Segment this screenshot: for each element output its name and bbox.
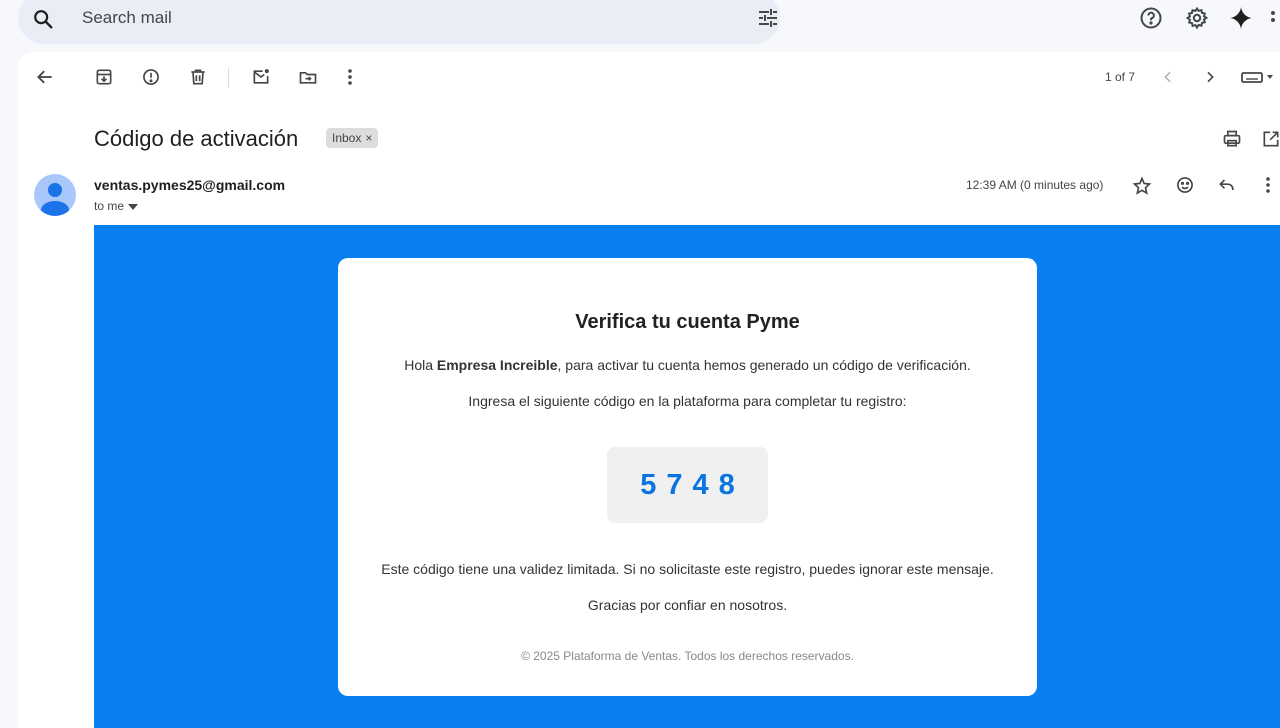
search-icon[interactable] [32,8,54,30]
search-bar[interactable]: Search mail [18,0,780,44]
message-more-icon[interactable] [1258,173,1278,197]
email-instruction: Ingresa el siguiente código en la plataf… [468,393,907,409]
print-icon[interactable] [1220,127,1244,151]
company-name: Empresa Increible [436,357,558,373]
older-chevron-right-icon[interactable] [1198,65,1222,89]
remove-label-button[interactable]: × [365,128,372,148]
settings-icon[interactable] [1184,5,1210,31]
emoji-reaction-icon[interactable] [1173,173,1197,197]
greeting-prefix: Hola [404,357,437,373]
search-options-icon[interactable] [756,6,780,30]
search-input[interactable]: Search mail [82,8,172,28]
move-to-icon[interactable] [296,65,320,89]
inbox-label-chip[interactable]: Inbox × [326,128,379,148]
email-card: Verifica tu cuenta Pyme Hola Empresa Inc… [338,258,1037,696]
back-arrow-icon[interactable] [33,65,57,89]
email-title: Verifica tu cuenta Pyme [575,311,800,333]
more-options-icon[interactable] [338,65,362,89]
verification-code: 5748 [607,447,768,523]
pager-count: 1 of 7 [1105,70,1136,84]
open-new-window-icon[interactable] [1259,127,1280,151]
message-subject: Código de activación [94,126,299,151]
recipient-label: to me [94,199,125,213]
star-icon[interactable] [1130,174,1154,198]
report-spam-icon[interactable] [139,65,163,89]
recipient-details[interactable]: to me [94,198,139,214]
email-thanks: Gracias por confiar en nosotros. [587,597,788,613]
delete-icon[interactable] [186,65,210,89]
help-icon[interactable] [1138,5,1164,31]
email-validity-note: Este código tiene una validez limitada. … [381,561,994,577]
email-footer: © 2025 Plataforma de Ventas. Todos los d… [521,649,854,663]
archive-icon[interactable] [92,65,116,89]
caret-down-icon[interactable] [128,198,139,214]
newer-chevron-left-icon[interactable] [1156,65,1180,89]
avatar [34,174,76,216]
message-timestamp: 12:39 AM (0 minutes ago) [966,178,1104,192]
mark-unread-icon[interactable] [249,65,273,89]
sender-email[interactable]: ventas.pymes25@gmail.com [94,176,285,194]
gemini-sparkle-icon[interactable] [1228,5,1254,31]
label-name: Inbox [332,131,362,145]
input-tools-keyboard-icon[interactable] [1238,65,1278,89]
toolbar-divider [228,68,229,88]
email-greeting: Hola Empresa Increible, para activar tu … [338,357,1037,374]
apps-more-icon[interactable] [1266,5,1280,31]
reply-icon[interactable] [1215,173,1239,197]
greeting-suffix: , para activar tu cuenta hemos generado … [557,357,971,373]
